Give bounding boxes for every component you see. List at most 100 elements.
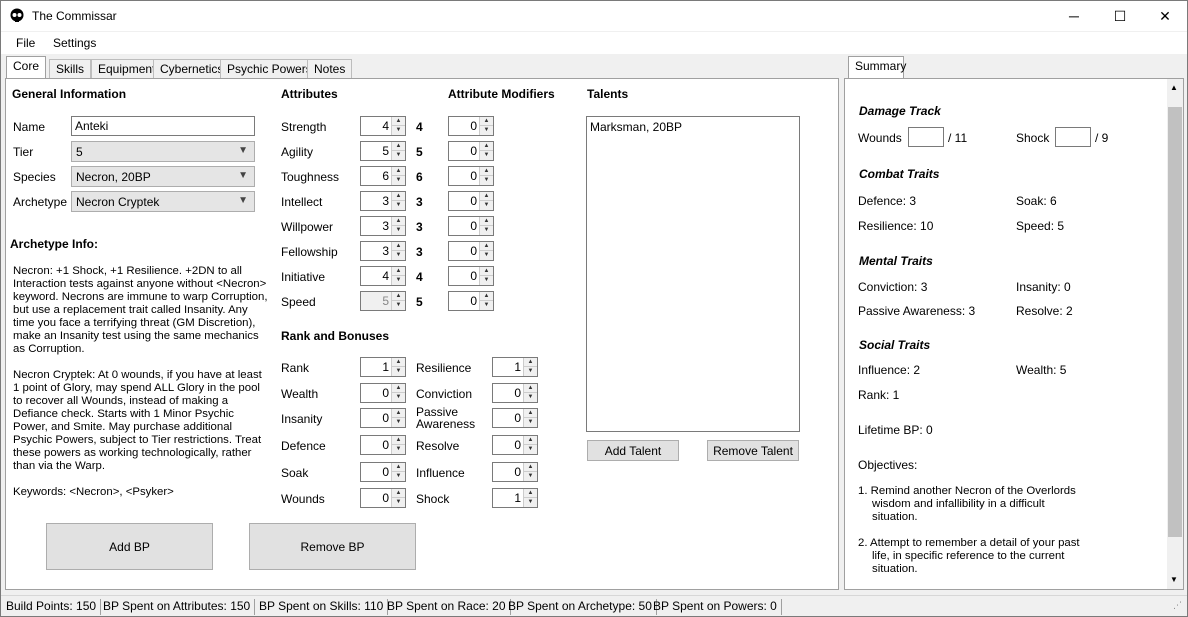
chevron-up-icon[interactable]: ▲ — [524, 463, 537, 472]
chevron-up-icon[interactable]: ▲ — [392, 463, 405, 472]
archetype-select[interactable]: Necron Cryptek ▼ — [71, 191, 255, 212]
species-select[interactable]: Necron, 20BP ▼ — [71, 166, 255, 187]
chevron-up-icon[interactable]: ▲ — [392, 192, 405, 201]
chevron-up-icon[interactable]: ▲ — [392, 142, 405, 151]
tab-skills[interactable]: Skills — [49, 59, 92, 78]
number-stepper[interactable]: 0 ▲ ▼ — [448, 141, 494, 161]
talent-list[interactable]: Marksman, 20BP — [586, 116, 800, 432]
chevron-down-icon[interactable]: ▼ — [392, 367, 405, 376]
minimize-button[interactable]: ─ — [1051, 1, 1097, 31]
chevron-down-icon[interactable]: ▼ — [480, 276, 493, 285]
number-stepper[interactable]: 0 ▲ ▼ — [360, 462, 406, 482]
scrollbar-thumb[interactable] — [1168, 107, 1182, 537]
number-stepper[interactable]: 3 ▲ ▼ — [360, 241, 406, 261]
chevron-up-icon[interactable]: ▲ — [524, 489, 537, 498]
number-stepper[interactable]: 0 ▲ ▼ — [448, 116, 494, 136]
chevron-up-icon[interactable]: ▲ — [524, 409, 537, 418]
chevron-up-icon[interactable]: ▲ — [392, 117, 405, 126]
tab-notes[interactable]: Notes — [307, 59, 353, 78]
chevron-down-icon[interactable]: ▼ — [480, 126, 493, 135]
chevron-down-icon[interactable]: ▼ — [480, 176, 493, 185]
chevron-down-icon[interactable]: ▼ — [392, 201, 405, 210]
chevron-up-icon[interactable]: ▲ — [524, 384, 537, 393]
chevron-down-icon[interactable]: ▼ — [480, 251, 493, 260]
number-stepper[interactable]: 0 ▲ ▼ — [360, 383, 406, 403]
chevron-down-icon[interactable]: ▼ — [392, 445, 405, 454]
chevron-up-icon[interactable]: ▲ — [392, 409, 405, 418]
chevron-down-icon[interactable]: ▼ — [392, 176, 405, 185]
chevron-down-icon[interactable]: ▼ — [392, 301, 405, 310]
number-stepper[interactable]: 0 ▲ ▼ — [448, 166, 494, 186]
chevron-down-icon[interactable]: ▼ — [524, 472, 537, 481]
chevron-up-icon[interactable]: ▲ — [392, 167, 405, 176]
tab-equipment[interactable]: Equipment — [91, 59, 163, 78]
remove-bp-button[interactable]: Remove BP — [249, 523, 416, 570]
chevron-up-icon[interactable]: ▲ — [480, 292, 493, 301]
number-stepper[interactable]: 0 ▲ ▼ — [360, 408, 406, 428]
number-stepper[interactable]: 1 ▲ ▼ — [360, 357, 406, 377]
number-stepper[interactable]: 5 ▲ ▼ — [360, 291, 406, 311]
chevron-up-icon[interactable]: ▲ — [392, 242, 405, 251]
number-stepper[interactable]: 0 ▲ ▼ — [492, 383, 538, 403]
chevron-down-icon[interactable]: ▼ — [392, 418, 405, 427]
add-talent-button[interactable]: Add Talent — [587, 440, 679, 461]
wounds-input[interactable] — [908, 127, 944, 147]
menu-file[interactable]: File — [16, 36, 35, 50]
close-button[interactable]: ✕ — [1142, 1, 1188, 31]
number-stepper[interactable]: 0 ▲ ▼ — [448, 291, 494, 311]
chevron-up-icon[interactable]: ▲ — [392, 384, 405, 393]
number-stepper[interactable]: 0 ▲ ▼ — [492, 408, 538, 428]
chevron-up-icon[interactable]: ▲ — [480, 167, 493, 176]
name-input[interactable] — [71, 116, 255, 136]
tab-core[interactable]: Core — [6, 56, 47, 79]
chevron-down-icon[interactable]: ▼ — [480, 226, 493, 235]
chevron-up-icon[interactable]: ▲ — [392, 436, 405, 445]
menu-settings[interactable]: Settings — [53, 36, 96, 50]
number-stepper[interactable]: 1 ▲ ▼ — [492, 357, 538, 377]
number-stepper[interactable]: 3 ▲ ▼ — [360, 191, 406, 211]
number-stepper[interactable]: 3 ▲ ▼ — [360, 216, 406, 236]
number-stepper[interactable]: 6 ▲ ▼ — [360, 166, 406, 186]
chevron-up-icon[interactable]: ▲ — [480, 192, 493, 201]
chevron-up-icon[interactable]: ▲ — [524, 358, 537, 367]
number-stepper[interactable]: 4 ▲ ▼ — [360, 266, 406, 286]
chevron-down-icon[interactable]: ▼ — [524, 418, 537, 427]
chevron-up-icon[interactable]: ▲ — [480, 217, 493, 226]
add-bp-button[interactable]: Add BP — [46, 523, 213, 570]
chevron-up-icon[interactable]: ▲ — [392, 267, 405, 276]
chevron-up-icon[interactable]: ▲ — [480, 142, 493, 151]
number-stepper[interactable]: 4 ▲ ▼ — [360, 116, 406, 136]
chevron-up-icon[interactable]: ▲ — [480, 242, 493, 251]
shock-input[interactable] — [1055, 127, 1091, 147]
number-stepper[interactable]: 0 ▲ ▼ — [360, 435, 406, 455]
maximize-button[interactable]: ☐ — [1097, 1, 1143, 31]
chevron-down-icon[interactable]: ▼ — [480, 201, 493, 210]
chevron-down-icon[interactable]: ▼ — [392, 498, 405, 507]
remove-talent-button[interactable]: Remove Talent — [707, 440, 799, 461]
scroll-down-icon[interactable]: ▼ — [1170, 575, 1178, 584]
number-stepper[interactable]: 5 ▲ ▼ — [360, 141, 406, 161]
chevron-up-icon[interactable]: ▲ — [480, 117, 493, 126]
tab-psychic-powers[interactable]: Psychic Powers — [220, 59, 319, 78]
chevron-down-icon[interactable]: ▼ — [392, 251, 405, 260]
chevron-up-icon[interactable]: ▲ — [524, 436, 537, 445]
chevron-down-icon[interactable]: ▼ — [524, 445, 537, 454]
number-stepper[interactable]: 0 ▲ ▼ — [492, 435, 538, 455]
number-stepper[interactable]: 0 ▲ ▼ — [448, 216, 494, 236]
chevron-up-icon[interactable]: ▲ — [392, 292, 405, 301]
chevron-down-icon[interactable]: ▼ — [392, 276, 405, 285]
chevron-down-icon[interactable]: ▼ — [524, 498, 537, 507]
chevron-down-icon[interactable]: ▼ — [392, 472, 405, 481]
tab-cybernetics[interactable]: Cybernetics — [153, 59, 231, 78]
scroll-up-icon[interactable]: ▲ — [1170, 83, 1178, 92]
resize-grip-icon[interactable]: ⋰ — [1173, 600, 1182, 611]
chevron-up-icon[interactable]: ▲ — [392, 358, 405, 367]
number-stepper[interactable]: 0 ▲ ▼ — [448, 266, 494, 286]
chevron-down-icon[interactable]: ▼ — [392, 393, 405, 402]
chevron-up-icon[interactable]: ▲ — [480, 267, 493, 276]
tier-select[interactable]: 5 ▼ — [71, 141, 255, 162]
chevron-down-icon[interactable]: ▼ — [392, 151, 405, 160]
number-stepper[interactable]: 0 ▲ ▼ — [448, 241, 494, 261]
tab-summary[interactable]: Summary — [848, 56, 906, 79]
chevron-down-icon[interactable]: ▼ — [524, 367, 537, 376]
